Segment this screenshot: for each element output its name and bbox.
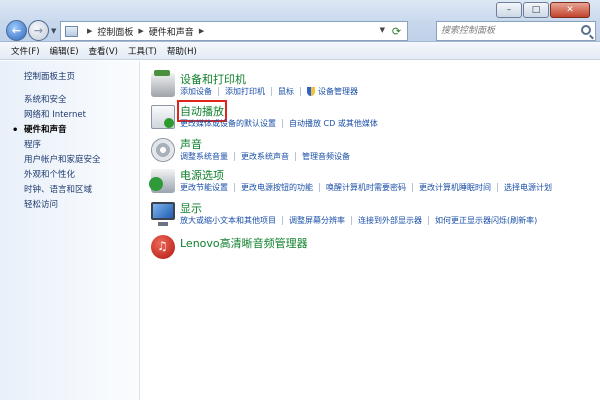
category-title[interactable]: 自动播放 [177,100,227,122]
display-icon[interactable] [151,202,175,226]
control-panel-icon [65,25,78,37]
window-controls: – □ ✕ [495,2,590,18]
maximize-button[interactable]: □ [523,2,549,18]
add-device-link[interactable]: 添加设备 [180,86,212,97]
sidebar-item-network-internet[interactable]: 网络和 Internet [24,108,101,123]
sidebar-item-appearance[interactable]: 外观和个性化 [24,168,101,183]
breadcrumb-separator-icon[interactable]: ▶ [87,27,92,35]
sidebar-item-system-security[interactable]: 系统和安全 [24,93,101,108]
text-size-link[interactable]: 放大或缩小文本和其他项目 [180,215,276,226]
minimize-button[interactable]: – [496,2,522,18]
require-password-on-wake-link[interactable]: 唤醒计算机时需要密码 [326,182,406,193]
recent-pages-dropdown-icon[interactable]: ▼ [51,27,56,35]
forward-button[interactable]: → [28,20,49,41]
lenovo-audio-icon[interactable] [151,235,175,259]
printer-icon[interactable] [151,70,175,97]
device-manager-link[interactable]: 设备管理器 [318,86,358,97]
link-divider [234,183,235,192]
search-box [436,21,596,41]
address-history-dropdown-icon[interactable]: ▼ [380,26,385,34]
main-content: 设备和打印机 添加设备 添加打印机 鼠标 设备管理器 自动播放 更改媒体或设备的… [141,61,600,400]
search-icon[interactable] [581,25,591,35]
category-links: 放大或缩小文本和其他项目 调整屏幕分辨率 连接到外部显示器 如何更正显示器闪烁(… [180,215,537,226]
link-divider [351,216,352,225]
link-divider [218,87,219,96]
menu-file[interactable]: 文件(F) [6,45,45,57]
menu-view[interactable]: 查看(V) [84,45,123,57]
navigation-bar: ← → ▼ ▶ 控制面板 ▶ 硬件和声音 ▶ ▼ ⟳ [4,20,596,42]
link-divider [428,216,429,225]
link-divider [282,119,283,128]
breadcrumb-separator-icon[interactable]: ▶ [138,27,143,35]
link-divider [234,152,235,161]
link-divider [295,152,296,161]
manage-audio-devices-link[interactable]: 管理音频设备 [302,151,350,162]
refresh-icon[interactable]: ⟳ [388,23,405,39]
left-nav-pane: 控制面板主页 系统和安全 网络和 Internet 硬件和声音 程序 用户帐户和… [0,61,140,400]
category-links: 更改媒体或设备的默认设置 自动播放 CD 或其他媒体 [180,118,378,129]
category-links: 调整系统音量 更改系统声音 管理音频设备 [180,151,350,162]
link-divider [319,183,320,192]
breadcrumb-control-panel[interactable]: 控制面板 [97,25,133,38]
breadcrumb-separator-icon[interactable]: ▶ [199,27,204,35]
external-display-link[interactable]: 连接到外部显示器 [358,215,422,226]
back-button[interactable]: ← [6,20,27,41]
category-list: 系统和安全 网络和 Internet 硬件和声音 程序 用户帐户和家庭安全 外观… [12,93,101,213]
category-links: 添加设备 添加打印机 鼠标 设备管理器 [180,86,358,97]
power-icon[interactable] [149,169,175,193]
sidebar-item-ease-of-access[interactable]: 轻松访问 [24,198,101,213]
sidebar-item-user-accounts[interactable]: 用户帐户和家庭安全 [24,153,101,168]
autoplay-icon[interactable] [151,105,175,129]
menu-edit[interactable]: 编辑(E) [45,45,84,57]
close-button[interactable]: ✕ [550,2,590,18]
autoplay-cd-link[interactable]: 自动播放 CD 或其他媒体 [289,118,378,129]
sidebar-item-clock-language-region[interactable]: 时钟、语言和区域 [24,183,101,198]
adjust-volume-link[interactable]: 调整系统音量 [180,151,228,162]
add-printer-link[interactable]: 添加打印机 [225,86,265,97]
category-links: 更改节能设置 更改电源按钮的功能 唤醒计算机时需要密码 更改计算机睡眠时间 选择… [180,182,552,193]
menu-bar: 文件(F) 编辑(E) 查看(V) 工具(T) 帮助(H) [0,42,600,60]
address-bar[interactable]: ▶ 控制面板 ▶ 硬件和声音 ▶ ▼ ⟳ [60,21,408,41]
change-sleep-time-link[interactable]: 更改计算机睡眠时间 [419,182,491,193]
sidebar-item-hardware-sound: 硬件和声音 [12,123,101,138]
link-divider [271,87,272,96]
category-title[interactable]: 设备和打印机 [180,71,246,87]
change-system-sounds-link[interactable]: 更改系统声音 [241,151,289,162]
power-button-function-link[interactable]: 更改电源按钮的功能 [241,182,313,193]
category-title[interactable]: Lenovo高清晰音频管理器 [180,235,308,251]
monitor-flicker-link[interactable]: 如何更正显示器闪烁(刷新率) [435,215,537,226]
speaker-icon[interactable] [151,138,175,162]
category-title[interactable]: 显示 [180,200,202,216]
link-divider [412,183,413,192]
change-power-saving-link[interactable]: 更改节能设置 [180,182,228,193]
link-divider [497,183,498,192]
choose-power-plan-link[interactable]: 选择电源计划 [504,182,552,193]
uac-shield-icon [307,87,315,96]
link-divider [300,87,301,96]
change-default-media-settings-link[interactable]: 更改媒体或设备的默认设置 [180,118,276,129]
sidebar-item-programs[interactable]: 程序 [24,138,101,153]
control-panel-home-link[interactable]: 控制面板主页 [24,70,75,82]
mouse-link[interactable]: 鼠标 [278,86,294,97]
breadcrumb-hardware-sound[interactable]: 硬件和声音 [149,25,194,38]
window-titlebar: – □ ✕ ← → ▼ ▶ 控制面板 ▶ 硬件和声音 ▶ ▼ ⟳ [0,0,600,42]
search-input[interactable] [437,22,572,40]
link-divider [282,216,283,225]
category-title[interactable]: 声音 [180,136,202,152]
screen-resolution-link[interactable]: 调整屏幕分辨率 [289,215,345,226]
category-title[interactable]: 电源选项 [180,167,224,183]
menu-tools[interactable]: 工具(T) [123,45,162,57]
menu-help[interactable]: 帮助(H) [162,45,202,57]
